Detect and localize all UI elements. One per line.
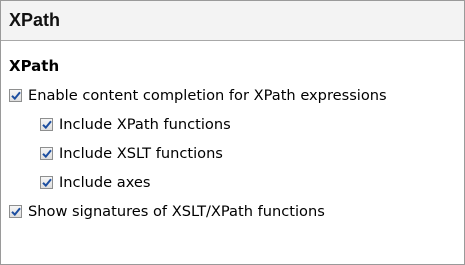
checkmark-icon [10,91,21,100]
include-axes-checkbox[interactable] [40,175,53,189]
include-xslt-functions-option[interactable]: Include XSLT functions [9,143,464,163]
include-xpath-functions-option[interactable]: Include XPath functions [9,114,464,134]
show-signatures-option[interactable]: Show signatures of XSLT/XPath functions [9,201,464,221]
include-axes-label: Include axes [59,173,151,191]
panel-header: XPath [1,1,464,41]
include-axes-option[interactable]: Include axes [9,172,464,192]
xpath-options-section: XPath Enable content completion for XPat… [1,41,464,221]
checkmark-icon [10,207,21,216]
checkmark-icon [41,149,52,158]
panel-title: XPath [9,10,61,30]
preferences-panel: XPath XPath Enable content completion fo… [0,0,465,265]
include-xslt-functions-checkbox[interactable] [40,146,53,160]
include-xpath-functions-checkbox[interactable] [40,117,53,131]
checkmark-icon [41,178,52,187]
section-heading: XPath [9,57,60,75]
show-signatures-label: Show signatures of XSLT/XPath functions [28,202,325,220]
enable-completion-label: Enable content completion for XPath expr… [28,86,387,104]
enable-completion-option[interactable]: Enable content completion for XPath expr… [9,85,464,105]
include-xpath-functions-label: Include XPath functions [59,115,231,133]
show-signatures-checkbox[interactable] [9,204,22,218]
checkmark-icon [41,120,52,129]
include-xslt-functions-label: Include XSLT functions [59,144,223,162]
enable-completion-checkbox[interactable] [9,88,22,102]
